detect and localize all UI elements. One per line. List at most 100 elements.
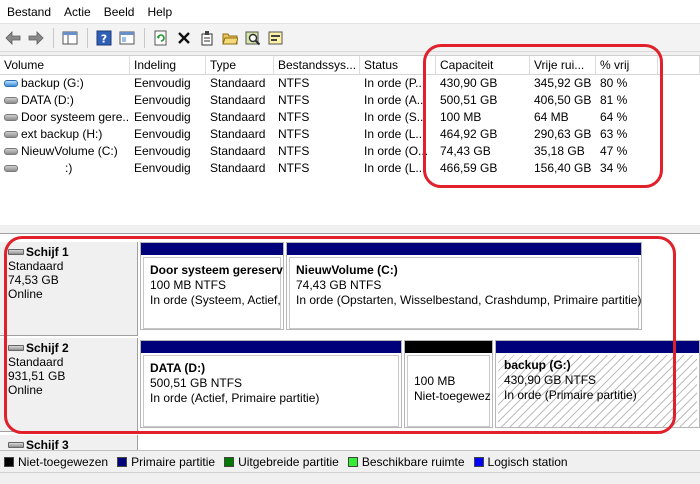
volume-percent-free: 81 %: [600, 93, 628, 107]
legend-swatch: [4, 456, 14, 467]
volume-disk-icon: [4, 80, 18, 87]
legend-swatch: [224, 456, 235, 467]
help-icon[interactable]: ?: [93, 27, 115, 49]
volume-capacity: 74,43 GB: [440, 144, 491, 158]
partition-name: Door systeem gereserv: [150, 263, 283, 277]
legend-item-extended: Uitgebreide partitie: [224, 455, 339, 469]
partition-size: 500,51 GB NTFS: [150, 376, 243, 390]
table-row[interactable]: DATA (D:) Eenvoudig Standaard NTFS In or…: [0, 92, 700, 109]
partition-system-reserved[interactable]: Door systeem gereserv 100 MB NTFS In ord…: [140, 242, 284, 330]
volume-percent-free: 80 %: [600, 76, 628, 90]
partition-data-d[interactable]: DATA (D:) 500,51 GB NTFS In orde (Actief…: [140, 340, 402, 428]
column-header-status[interactable]: Status: [360, 56, 436, 74]
svg-text:?: ?: [101, 32, 107, 45]
table-row[interactable]: :) Eenvoudig Standaard NTFS In orde (L..…: [0, 160, 700, 177]
volume-status: In orde (A...: [364, 93, 427, 107]
disk-type: Standaard: [8, 259, 64, 273]
legend: Niet-toegewezen Primaire partitie Uitgeb…: [0, 450, 700, 472]
properties-icon[interactable]: [196, 27, 218, 49]
column-header-capacity[interactable]: Capaciteit: [436, 56, 530, 74]
toolbar-separator: [53, 27, 54, 48]
menu-help[interactable]: Help: [142, 0, 180, 24]
column-header-layout[interactable]: Indeling: [130, 56, 206, 74]
volume-name: backup (G:): [21, 76, 84, 90]
table-row[interactable]: backup (G:) Eenvoudig Standaard NTFS In …: [0, 75, 700, 92]
volume-layout: Eenvoudig: [134, 76, 191, 90]
partition-nieuwvolume-c[interactable]: NieuwVolume (C:) 74,43 GB NTFS In orde (…: [286, 242, 642, 330]
column-header-type[interactable]: Type: [206, 56, 274, 74]
partition-status: In orde (Systeem, Actief,: [150, 293, 281, 307]
volume-percent-free: 34 %: [600, 161, 628, 175]
menu-beeld[interactable]: Beeld: [99, 0, 143, 24]
volume-disk-icon: [4, 131, 18, 138]
menu-actie[interactable]: Actie: [59, 0, 99, 24]
volume-type: Standaard: [210, 144, 266, 158]
volume-type: Standaard: [210, 93, 266, 107]
column-header-percent-free[interactable]: % vrij: [596, 56, 658, 74]
disk-name: Schijf 3: [26, 438, 69, 450]
primary-partition-bar: [141, 243, 283, 255]
volume-free-space: 156,40 GB: [534, 161, 592, 175]
partition-size: 100 MB NTFS: [150, 278, 227, 292]
volume-percent-free: 63 %: [600, 127, 628, 141]
legend-item-unallocated: Niet-toegewezen: [4, 455, 108, 469]
partition-name: DATA (D:): [150, 361, 206, 375]
export-icon[interactable]: [265, 27, 287, 49]
volume-capacity: 466,59 GB: [440, 161, 498, 175]
disk-icon: [8, 249, 24, 255]
volume-capacity: 500,51 GB: [440, 93, 498, 107]
volume-name: ext backup (H:): [21, 127, 103, 141]
volume-layout: Eenvoudig: [134, 110, 191, 124]
partition-status: In orde (Primaire partitie): [504, 388, 637, 402]
table-row[interactable]: NieuwVolume (C:) Eenvoudig Standaard NTF…: [0, 143, 700, 160]
volume-free-space: 290,63 GB: [534, 127, 592, 141]
disk-2-info[interactable]: Schijf 2 Standaard 931,51 GB Online: [0, 338, 138, 432]
partition-status: Niet-toegewez: [414, 389, 491, 403]
partition-backup-g[interactable]: backup (G:) 430,90 GB NTFS In orde (Prim…: [495, 340, 700, 428]
forward-arrow-icon[interactable]: [25, 27, 47, 49]
disk-icon: [8, 345, 24, 351]
status-bar: [0, 472, 700, 484]
volume-layout: Eenvoudig: [134, 161, 191, 175]
properties-view-icon[interactable]: [116, 27, 138, 49]
volume-type: Standaard: [210, 127, 266, 141]
partition-unallocated[interactable]: 100 MB Niet-toegewez: [404, 340, 493, 428]
pane-splitter[interactable]: [0, 225, 700, 233]
open-folder-icon[interactable]: [219, 27, 241, 49]
legend-label: Primaire partitie: [131, 454, 216, 469]
volume-free-space: 345,92 GB: [534, 76, 592, 90]
menu-bestand[interactable]: Bestand: [2, 0, 59, 24]
column-header-filesystem[interactable]: Bestandssys...: [274, 56, 360, 74]
volume-capacity: 100 MB: [440, 110, 482, 124]
table-row[interactable]: ext backup (H:) Eenvoudig Standaard NTFS…: [0, 126, 700, 143]
disk-graphical-view: Schijf 1 Standaard 74,53 GB Online Door …: [0, 233, 700, 450]
partition-name: NieuwVolume (C:): [296, 263, 398, 277]
console-tree-icon[interactable]: [59, 27, 81, 49]
volume-layout: Eenvoudig: [134, 144, 191, 158]
column-header-empty: [658, 56, 700, 74]
volume-filesystem: NTFS: [278, 161, 310, 175]
table-row[interactable]: Door systeem gere... Eenvoudig Standaard…: [0, 109, 700, 126]
legend-swatch: [473, 456, 484, 467]
volume-list-header: Volume Indeling Type Bestandssys... Stat…: [0, 56, 700, 75]
disk-state: Online: [8, 287, 43, 301]
legend-label: Uitgebreide partitie: [238, 454, 339, 469]
legend-label: Beschikbare ruimte: [361, 454, 465, 469]
search-icon[interactable]: [242, 27, 264, 49]
disk-state: Online: [8, 383, 43, 397]
disk-1-info[interactable]: Schijf 1 Standaard 74,53 GB Online: [0, 242, 138, 336]
toolbar: ?: [0, 24, 700, 52]
refresh-icon[interactable]: [150, 27, 172, 49]
legend-item-primary: Primaire partitie: [117, 455, 215, 469]
volume-type: Standaard: [210, 76, 266, 90]
delete-icon[interactable]: [173, 27, 195, 49]
volume-filesystem: NTFS: [278, 110, 310, 124]
volume-capacity: 464,92 GB: [440, 127, 498, 141]
volume-free-space: 35,18 GB: [534, 144, 585, 158]
volume-free-space: 64 MB: [534, 110, 569, 124]
volume-type: Standaard: [210, 110, 266, 124]
column-header-free-space[interactable]: Vrije rui...: [530, 56, 596, 74]
back-arrow-icon[interactable]: [2, 27, 24, 49]
column-header-volume[interactable]: Volume: [0, 56, 130, 74]
disk-3-info[interactable]: Schijf 3: [0, 435, 138, 450]
